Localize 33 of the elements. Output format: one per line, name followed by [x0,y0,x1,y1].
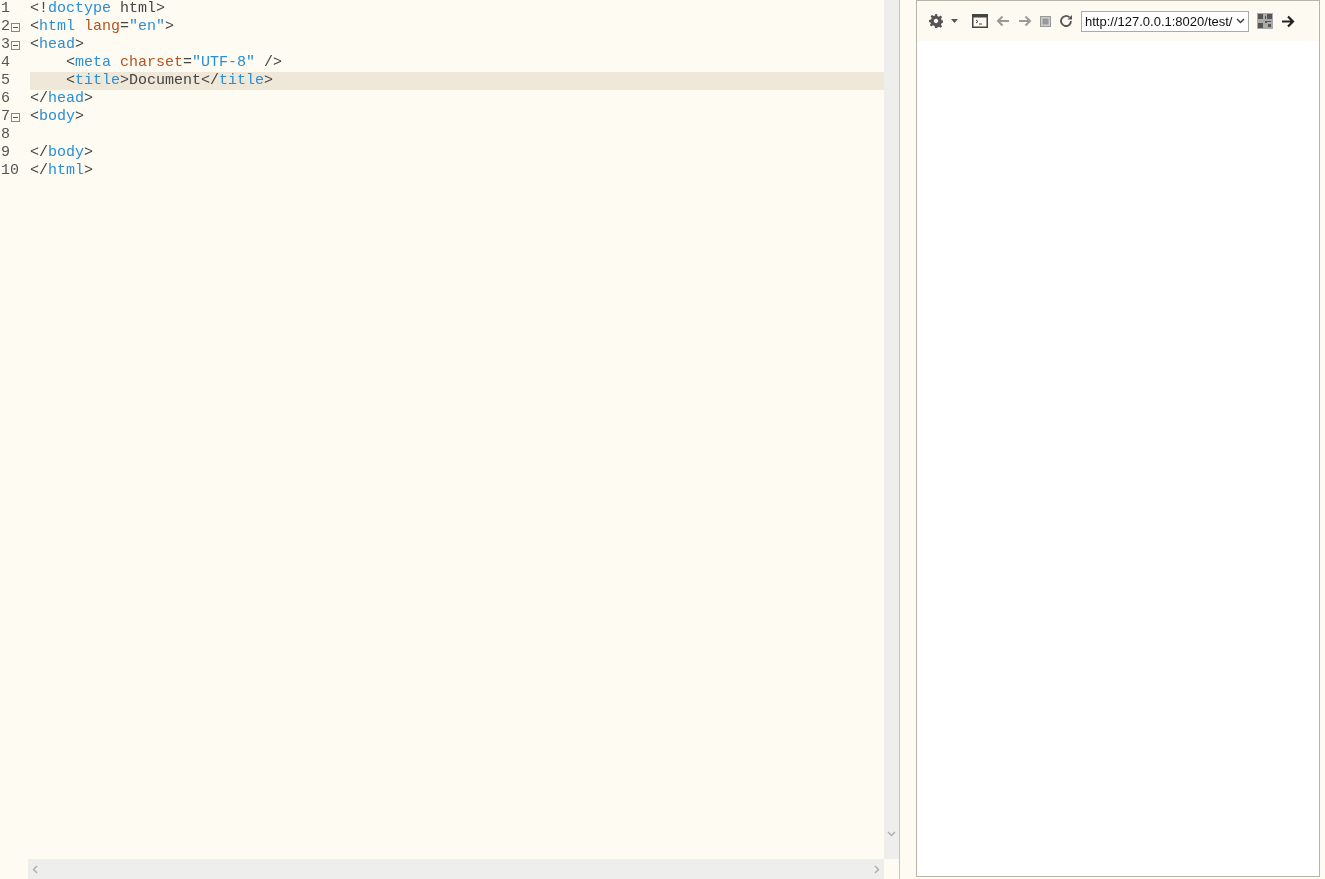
fold-toggle-icon[interactable] [11,112,20,122]
code-line: <html lang="en"> [30,18,176,36]
caret-icon[interactable] [951,19,958,23]
line-number: 4 [0,54,10,72]
line-number: 5 [0,72,10,90]
console-icon[interactable] [972,14,988,28]
code-line: </head> [30,90,95,108]
back-arrow-icon[interactable] [996,15,1010,27]
dropdown-caret-icon[interactable] [1236,18,1246,24]
gear-icon[interactable] [929,14,943,28]
line-number: 10 [0,162,19,180]
vertical-scrollbar[interactable] [884,0,899,859]
fold-toggle-icon[interactable] [11,40,20,50]
code-line: <!doctype html> [30,0,167,18]
line-number: 2 [0,18,10,36]
stop-icon[interactable] [1040,15,1051,27]
line-number: 3 [0,36,10,54]
code-line: <body> [30,108,86,126]
url-field[interactable]: http://127.0.0.1:8020/test/ [1081,10,1250,32]
forward-arrow-icon[interactable] [1018,15,1032,27]
code-line: <meta charset="UTF-8" /> [65,54,284,72]
code-line: </html> [30,162,95,180]
fold-toggle-icon[interactable] [11,22,20,32]
go-arrow-icon[interactable] [1281,14,1296,28]
line-number: 6 [0,90,10,108]
code-line: <head> [30,36,86,54]
line-number: 1 [0,0,10,18]
line-number: 9 [0,144,10,162]
reload-icon[interactable] [1059,14,1073,28]
code-line: </body> [30,144,95,162]
line-number: 8 [0,126,10,144]
qr-code-icon[interactable] [1257,13,1274,29]
line-number: 7 [0,108,10,126]
